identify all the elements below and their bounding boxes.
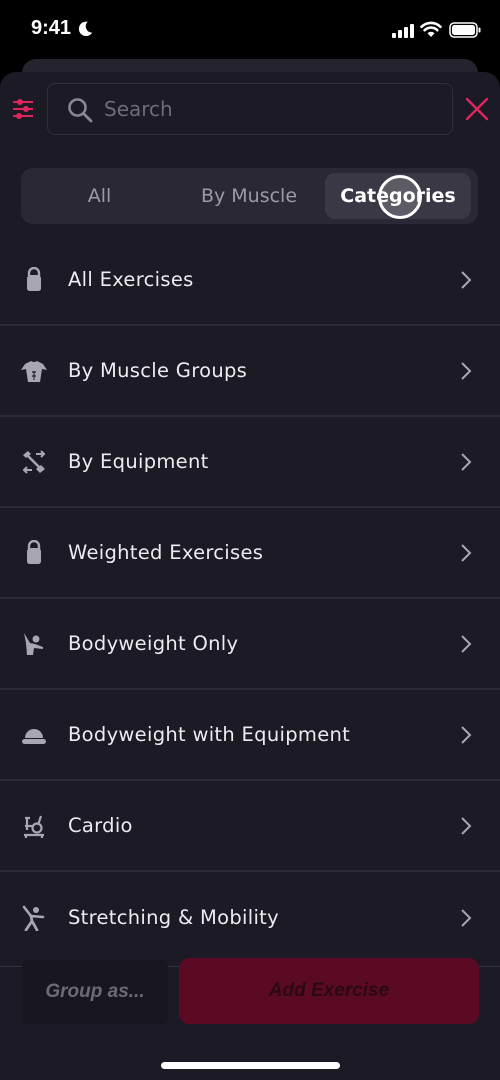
kettlebell-icon [27, 539, 41, 564]
category-list: All Exercises By Muscle Groups By Equipm… [0, 235, 500, 963]
chevron-right-icon [461, 361, 472, 380]
torso-icon [21, 360, 47, 382]
chevron-right-icon [461, 816, 472, 835]
balance-ball-icon [22, 728, 46, 744]
chevron-right-icon [461, 725, 472, 744]
list-item-by-equipment[interactable]: By Equipment [0, 417, 500, 508]
cellular-signal-icon [392, 24, 414, 38]
add-exercise-button[interactable]: Add Exercise [179, 958, 479, 1024]
chevron-right-icon [461, 452, 472, 471]
tab-by-muscle[interactable]: By Muscle [173, 168, 325, 224]
moon-icon [78, 21, 93, 37]
chevron-right-icon [461, 908, 472, 927]
status-bar: 9:41 [0, 0, 500, 60]
status-time: 9:41 [31, 17, 72, 39]
list-item-label: Weighted Exercises [68, 541, 264, 564]
exercise-bike-icon [24, 815, 44, 838]
wifi-icon [420, 21, 442, 37]
list-item-label: Stretching & Mobility [68, 906, 279, 929]
search-input[interactable] [104, 94, 434, 124]
list-item-bodyweight-only[interactable]: Bodyweight Only [0, 599, 500, 690]
list-item-label: Bodyweight with Equipment [68, 723, 351, 746]
bodyweight-person-icon [24, 632, 43, 655]
stretching-person-icon [22, 905, 45, 931]
chevron-right-icon [461, 270, 472, 289]
list-item-all-exercises[interactable]: All Exercises [0, 235, 500, 326]
list-item-label: By Muscle Groups [68, 359, 248, 382]
list-item-label: All Exercises [68, 268, 194, 291]
tab-all[interactable]: All [21, 168, 178, 224]
battery-icon [449, 22, 481, 38]
close-icon[interactable] [464, 96, 490, 122]
list-item-stretching-mobility[interactable]: Stretching & Mobility [0, 872, 500, 963]
dumbbell-icon [22, 449, 46, 474]
sliders-icon[interactable] [11, 97, 35, 121]
list-item-label: By Equipment [68, 450, 209, 473]
search-field[interactable] [47, 83, 453, 135]
touch-indicator [378, 175, 422, 219]
list-item-label: Bodyweight Only [68, 632, 239, 655]
group-as-button[interactable]: Group as... [22, 960, 168, 1024]
list-item-weighted-exercises[interactable]: Weighted Exercises [0, 508, 500, 599]
home-indicator[interactable] [161, 1062, 340, 1069]
chevron-right-icon [461, 634, 472, 653]
list-item-cardio[interactable]: Cardio [0, 781, 500, 872]
chevron-right-icon [461, 543, 472, 562]
kettlebell-icon [27, 266, 41, 291]
list-item-label: Cardio [68, 814, 133, 837]
list-item-by-muscle-groups[interactable]: By Muscle Groups [0, 326, 500, 417]
search-icon [68, 98, 93, 123]
list-item-bodyweight-with-equipment[interactable]: Bodyweight with Equipment [0, 690, 500, 781]
